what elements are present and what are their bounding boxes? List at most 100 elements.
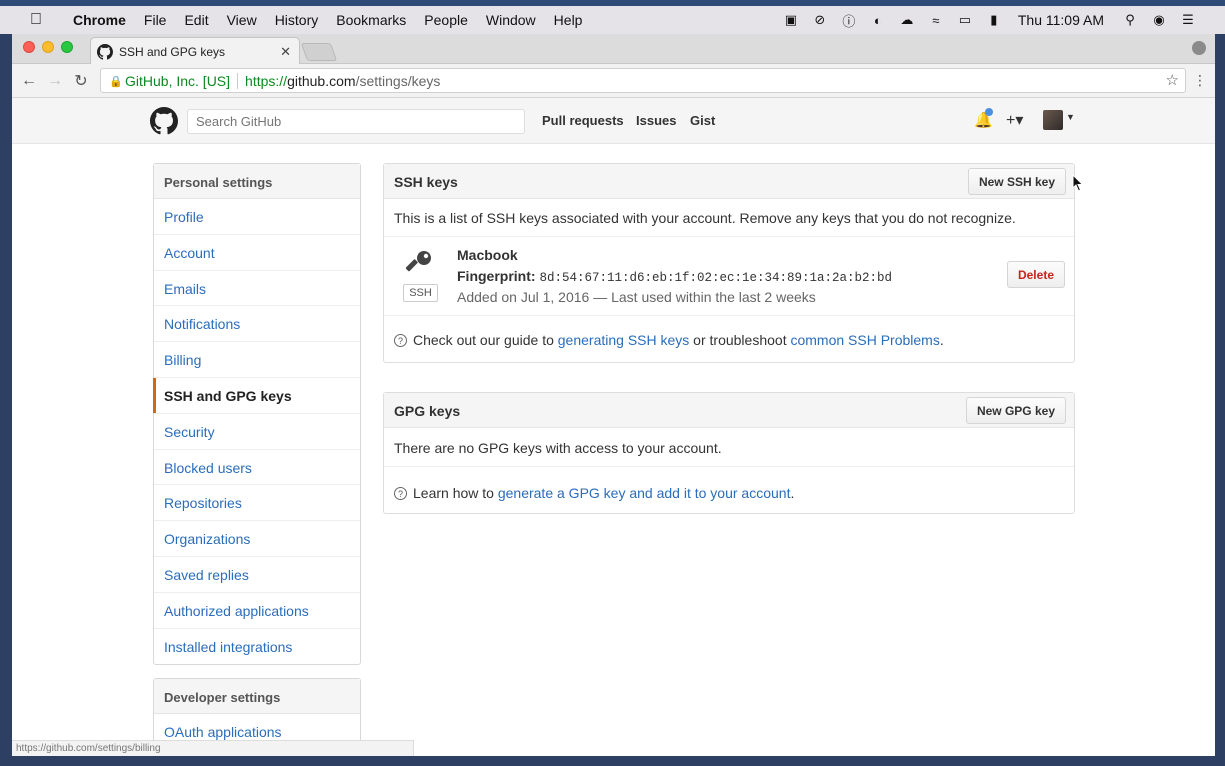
tab-title: SSH and GPG keys <box>119 44 226 59</box>
ssh-keys-header: SSH keys New SSH key <box>384 164 1074 199</box>
gpg-guide-suffix: . <box>790 485 795 501</box>
menu-history[interactable]: History <box>266 12 328 28</box>
gpg-guide-row: ? Learn how to generate a GPG key and add… <box>384 467 1074 514</box>
ev-certificate-label[interactable]: GitHub, Inc. [US] <box>125 73 230 89</box>
generating-ssh-keys-link[interactable]: generating SSH keys <box>558 332 690 348</box>
minimize-window-button[interactable] <box>42 41 54 53</box>
macos-menubar:  Chrome File Edit View History Bookmark… <box>0 0 1225 34</box>
menu-view[interactable]: View <box>218 12 266 28</box>
sidebar-item-blocked-users[interactable]: Blocked users <box>154 450 360 486</box>
personal-settings-menu: Personal settings Profile Account Emails… <box>153 163 361 666</box>
ssh-keys-title: SSH keys <box>394 174 458 190</box>
sidebar-item-installed-integrations[interactable]: Installed integrations <box>154 629 360 665</box>
menu-window[interactable]: Window <box>477 12 545 28</box>
sidebar-item-security[interactable]: Security <box>154 414 360 450</box>
browser-window: SSH and GPG keys ✕ ← → ↻ 🔒 GitHub, Inc. … <box>12 34 1215 756</box>
github-favicon-icon <box>97 43 113 60</box>
siri-icon[interactable]: ◉ <box>1150 12 1168 27</box>
ssh-guide-suffix: . <box>939 332 944 348</box>
gpg-empty-message: There are no GPG keys with access to you… <box>384 428 1074 467</box>
mouse-cursor-icon <box>1072 174 1084 192</box>
menu-file[interactable]: File <box>135 12 176 28</box>
url-host: github.com <box>287 72 356 89</box>
do-not-disturb-icon[interactable]: ⊘ <box>811 12 829 27</box>
nav-pull-requests[interactable]: Pull requests <box>542 113 624 128</box>
github-search-input[interactable] <box>187 109 525 134</box>
avatar[interactable] <box>1043 110 1063 130</box>
chrome-menu-icon[interactable]: ⋮ <box>1193 72 1207 89</box>
new-ssh-key-button[interactable]: New SSH key <box>967 168 1066 195</box>
tab-strip: SSH and GPG keys ✕ <box>12 34 1215 65</box>
app-status-icon[interactable]: ◐ <box>869 13 887 28</box>
ssh-keys-intro: This is a list of SSH keys associated wi… <box>384 199 1074 237</box>
sidebar-item-saved-replies[interactable]: Saved replies <box>154 557 360 593</box>
sidebar-item-profile[interactable]: Profile <box>154 199 360 235</box>
generate-gpg-key-link[interactable]: generate a GPG key and add it to your ac… <box>498 485 791 501</box>
sidebar-item-repositories[interactable]: Repositories <box>154 485 360 522</box>
menu-help[interactable]: Help <box>545 12 592 28</box>
back-arrow-icon[interactable]: ← <box>16 72 42 90</box>
menu-bookmarks[interactable]: Bookmarks <box>327 12 415 28</box>
fingerprint-label: Fingerprint: <box>457 268 536 284</box>
info-icon[interactable]: ⓘ <box>840 13 858 29</box>
cloud-icon[interactable]: ☁ <box>898 12 916 27</box>
chevron-down-icon[interactable]: ▼ <box>1066 112 1075 122</box>
apple-menu-icon[interactable]:  <box>30 11 52 29</box>
ssh-key-meta: Added on Jul 1, 2016 — Last used within … <box>457 289 816 305</box>
sidebar-item-ssh-gpg-keys[interactable]: SSH and GPG keys <box>153 377 360 414</box>
notification-center-icon[interactable]: ☰ <box>1179 12 1197 27</box>
sidebar-item-organizations[interactable]: Organizations <box>154 521 360 557</box>
battery-icon[interactable]: ▮ <box>985 12 1003 27</box>
ssh-key-fingerprint: Fingerprint: 8d:54:67:11:d6:eb:1f:02:ec:… <box>457 268 892 285</box>
menu-people[interactable]: People <box>415 12 477 28</box>
forward-arrow-icon[interactable]: → <box>42 72 68 90</box>
sidebar-item-billing[interactable]: Billing <box>154 342 360 378</box>
sidebar-item-emails[interactable]: Emails <box>154 271 360 307</box>
browser-toolbar: ← → ↻ 🔒 GitHub, Inc. [US] https:// githu… <box>12 64 1215 98</box>
ssh-key-row: SSH Macbook Fingerprint: 8d:54:67:11:d6:… <box>384 237 1074 316</box>
create-new-plus-icon[interactable]: +▾ <box>1006 110 1023 130</box>
new-tab-button[interactable] <box>300 43 338 61</box>
ssh-key-name: Macbook <box>457 247 518 263</box>
url-protocol: https:// <box>245 72 288 89</box>
airplay-icon[interactable]: ▭ <box>956 12 974 27</box>
menu-edit[interactable]: Edit <box>175 12 217 28</box>
url-separator <box>237 72 239 89</box>
sidebar-item-notifications[interactable]: Notifications <box>154 306 360 343</box>
spotlight-search-icon[interactable]: ⚲ <box>1121 12 1139 27</box>
profile-icon[interactable] <box>1192 41 1206 55</box>
reload-icon[interactable]: ↻ <box>68 71 94 91</box>
ssh-badge: SSH <box>403 284 438 302</box>
maximize-window-button[interactable] <box>61 41 73 53</box>
common-ssh-problems-link[interactable]: common SSH Problems <box>790 332 939 348</box>
gpg-keys-panel: GPG keys New GPG key There are no GPG ke… <box>383 392 1075 514</box>
github-logo-icon[interactable] <box>150 107 178 135</box>
question-icon: ? <box>394 334 407 347</box>
ssh-guide-row: ? Check out our guide to generating SSH k… <box>384 316 1074 362</box>
unread-indicator <box>985 108 993 116</box>
fingerprint-value: 8d:54:67:11:d6:eb:1f:02:ec:1e:34:89:1a:2… <box>539 271 892 285</box>
address-bar[interactable]: 🔒 GitHub, Inc. [US] https:// github.com … <box>100 68 1186 93</box>
delete-ssh-key-button[interactable]: Delete <box>1006 261 1065 288</box>
lock-icon[interactable]: 🔒 <box>109 75 123 88</box>
close-window-button[interactable] <box>23 41 35 53</box>
tab-close-icon[interactable]: ✕ <box>280 44 291 60</box>
menu-chrome[interactable]: Chrome <box>64 12 135 28</box>
nav-gist[interactable]: Gist <box>690 113 715 128</box>
tab-ssh-gpg-keys[interactable]: SSH and GPG keys ✕ <box>90 37 300 65</box>
ssh-keys-panel: SSH keys New SSH key This is a list of S… <box>383 163 1075 363</box>
wifi-icon[interactable]: ≈ <box>927 13 945 28</box>
sidebar-item-account[interactable]: Account <box>154 235 360 271</box>
bookmark-star-icon[interactable]: ☆ <box>1166 71 1179 89</box>
gpg-guide-prefix: Learn how to <box>413 485 498 501</box>
facetime-icon[interactable]: ▣ <box>782 12 800 27</box>
github-header: Pull requests Issues Gist 🔔 +▾ ▼ <box>12 98 1215 144</box>
url-path: /settings/keys <box>355 72 441 89</box>
menubar-clock[interactable]: Thu 11:09 AM <box>1018 12 1104 28</box>
new-gpg-key-button[interactable]: New GPG key <box>965 397 1066 424</box>
key-icon <box>406 251 431 272</box>
sidebar-item-authorized-applications[interactable]: Authorized applications <box>154 593 360 629</box>
developer-settings-heading: Developer settings <box>154 679 360 714</box>
question-icon: ? <box>394 487 407 500</box>
nav-issues[interactable]: Issues <box>636 113 676 128</box>
